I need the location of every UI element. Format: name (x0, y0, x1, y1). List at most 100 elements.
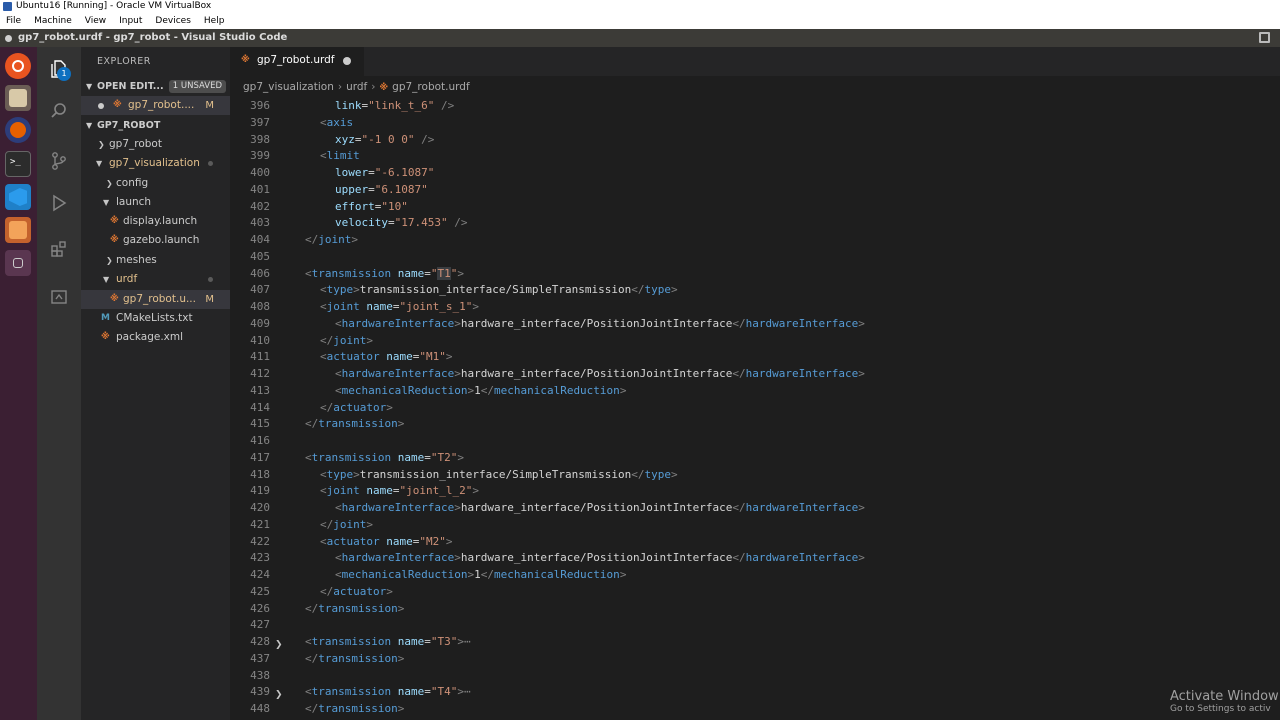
code-line[interactable]: <type>transmission_interface/SimpleTrans… (305, 467, 678, 484)
xml-file-icon: ※ (113, 100, 122, 110)
open-editors-section[interactable]: ▼ OPEN EDIT... 1 UNSAVED (81, 77, 230, 96)
breadcrumb-item[interactable]: urdf (346, 81, 367, 93)
ubuntu-dash-icon[interactable] (5, 53, 31, 79)
code-line[interactable]: upper="6.1087" (305, 182, 428, 199)
code-line[interactable]: <transmission name="T2"> (305, 450, 464, 467)
code-line[interactable]: </transmission> (305, 651, 404, 668)
line-number: 412 (250, 367, 270, 380)
line-number: 416 (250, 434, 270, 447)
line-number: 417 (250, 450, 270, 464)
code-line[interactable]: </actuator> (305, 584, 393, 601)
code-line[interactable]: </transmission> (305, 416, 404, 433)
debug-icon[interactable] (49, 193, 69, 213)
code-line[interactable]: </joint> (305, 232, 358, 249)
ubuntu-launcher: >_ (0, 47, 37, 720)
overview-ruler[interactable] (1266, 98, 1280, 720)
breadcrumb-item[interactable]: gp7_robot.urdf (392, 81, 469, 93)
vbox-menu-machine[interactable]: Machine (34, 13, 72, 29)
vscode-icon[interactable] (5, 184, 31, 210)
tree-file-package-xml[interactable]: ※ package.xml (81, 328, 230, 347)
line-number: 423 (250, 551, 270, 565)
fold-chevron-right-icon[interactable]: ❯ (275, 690, 283, 700)
code-line[interactable]: lower="-6.1087" (305, 165, 434, 182)
code-line[interactable]: </joint> (305, 517, 373, 534)
tree-label: urdf (116, 273, 138, 285)
code-line[interactable]: <hardwareInterface>hardware_interface/Po… (305, 366, 865, 383)
tab-gp7-robot-urdf[interactable]: ※ gp7_robot.urdf (230, 47, 364, 76)
code-line[interactable]: velocity="17.453" /> (305, 215, 467, 232)
tree-folder-config[interactable]: ❯ config (81, 174, 230, 193)
code-line[interactable]: <limit (305, 148, 360, 165)
code-line[interactable]: <axis (305, 115, 353, 132)
tree-folder-gp7-visualization[interactable]: ▼ gp7_visualization (81, 154, 230, 173)
chevron-right-icon: › (337, 81, 343, 93)
code-line[interactable]: xyz="-1 0 0" /> (305, 132, 434, 149)
files-icon[interactable] (5, 85, 31, 111)
line-number-gutter: 396 397 398 399 400 401 402 403 404 405 406 407 408 4… (230, 98, 270, 720)
launcher-extra-icon[interactable] (5, 250, 31, 276)
vbox-menu-devices[interactable]: Devices (155, 13, 190, 29)
line-number: 418 (250, 467, 270, 481)
tree-file-display-launch[interactable]: ※ display.launch (81, 212, 230, 231)
project-label: GP7_ROBOT (97, 120, 161, 131)
software-center-icon[interactable] (5, 217, 31, 243)
code-line[interactable]: </transmission> (305, 601, 404, 618)
line-number: 404 (250, 233, 270, 246)
code-lines[interactable]: link="link_t_6" /> <axis xyz="-1 0 0" />… (305, 98, 1280, 720)
search-icon[interactable] (49, 101, 69, 121)
code-line[interactable]: <mechanicalReduction>1</mechanicalReduct… (305, 383, 626, 400)
breadcrumb: gp7_visualization › urdf › ※ gp7_robot.urdf (230, 76, 1280, 98)
source-control-icon[interactable] (49, 151, 69, 171)
tree-label: gp7_visualization (109, 157, 200, 169)
fold-chevron-right-icon[interactable]: ❯ (275, 640, 283, 650)
remote-explorer-icon[interactable] (49, 287, 69, 307)
code-line[interactable]: <joint name="joint_s_1"> (305, 299, 479, 316)
chevron-down-icon: ▼ (96, 159, 103, 168)
tree-file-cmakelists[interactable]: M CMakeLists.txt (81, 309, 230, 328)
open-editor-item[interactable]: ※ gp7_robot.... M (81, 96, 230, 115)
code-line[interactable]: <actuator name="M2"> (305, 534, 452, 551)
project-section[interactable]: ▼ GP7_ROBOT (81, 116, 230, 135)
line-number: 410 (250, 333, 270, 347)
code-line[interactable]: <joint name="joint_l_2"> (305, 483, 479, 500)
code-line[interactable]: <hardwareInterface>hardware_interface/Po… (305, 500, 865, 517)
vbox-menu-view[interactable]: View (85, 13, 106, 29)
extensions-icon[interactable] (49, 239, 69, 259)
unsaved-badge: 1 UNSAVED (168, 80, 226, 93)
unsaved-dot-icon[interactable] (343, 57, 351, 65)
window-resize-icon[interactable] (1259, 32, 1270, 43)
code-line[interactable]: <actuator name="M1"> (305, 349, 452, 366)
code-line[interactable]: </transmission> (305, 701, 404, 718)
xml-file-icon: ※ (241, 55, 250, 65)
code-line[interactable]: <transmission name="T1"> (305, 266, 464, 283)
activate-line-2: Go to Settings to activ (1170, 704, 1271, 714)
code-line-folded[interactable]: <transmission name="T3">⋯ (305, 634, 471, 651)
window-close-dot-icon[interactable] (5, 35, 12, 42)
vbox-menu-help[interactable]: Help (204, 13, 225, 29)
tree-folder-urdf[interactable]: ▼ urdf (81, 270, 230, 289)
code-line[interactable]: <hardwareInterface>hardware_interface/Po… (305, 316, 865, 333)
vbox-menu-input[interactable]: Input (119, 13, 142, 29)
code-line[interactable]: effort="10" (305, 199, 408, 216)
vbox-menu-file[interactable]: File (6, 13, 21, 29)
explorer-sidebar: EXPLORER ▼ OPEN EDIT... 1 UNSAVED ※ gp7_… (81, 47, 230, 720)
breadcrumb-item[interactable]: gp7_visualization (243, 81, 334, 93)
code-line[interactable]: link="link_t_6" /> (305, 98, 454, 115)
code-editor[interactable]: 396 397 398 399 400 401 402 403 404 405 406 407 408 4… (230, 98, 1280, 720)
code-line[interactable]: <hardwareInterface>hardware_interface/Po… (305, 550, 865, 567)
tree-folder-gp7-robot[interactable]: ❯ gp7_robot (81, 135, 230, 154)
tree-folder-meshes[interactable]: ❯ meshes (81, 251, 230, 270)
line-number: 405 (250, 249, 270, 263)
unsaved-dot-icon[interactable] (98, 103, 104, 109)
code-line[interactable]: <type>transmission_interface/SimpleTrans… (305, 282, 678, 299)
tree-folder-launch[interactable]: ▼ launch (81, 193, 230, 212)
code-line-folded[interactable]: <transmission name="T4">⋯ (305, 684, 471, 701)
code-line[interactable]: <mechanicalReduction>1</mechanicalReduct… (305, 567, 626, 584)
tree-file-gazebo-launch[interactable]: ※ gazebo.launch (81, 231, 230, 250)
terminal-icon[interactable]: >_ (5, 151, 31, 177)
code-line[interactable]: </joint> (305, 333, 373, 350)
firefox-icon[interactable] (5, 117, 31, 143)
tree-file-gp7-robot-urdf[interactable]: ※ gp7_robot.u... M (81, 290, 230, 309)
line-number: 424 (250, 568, 270, 581)
code-line[interactable]: </actuator> (305, 400, 393, 417)
